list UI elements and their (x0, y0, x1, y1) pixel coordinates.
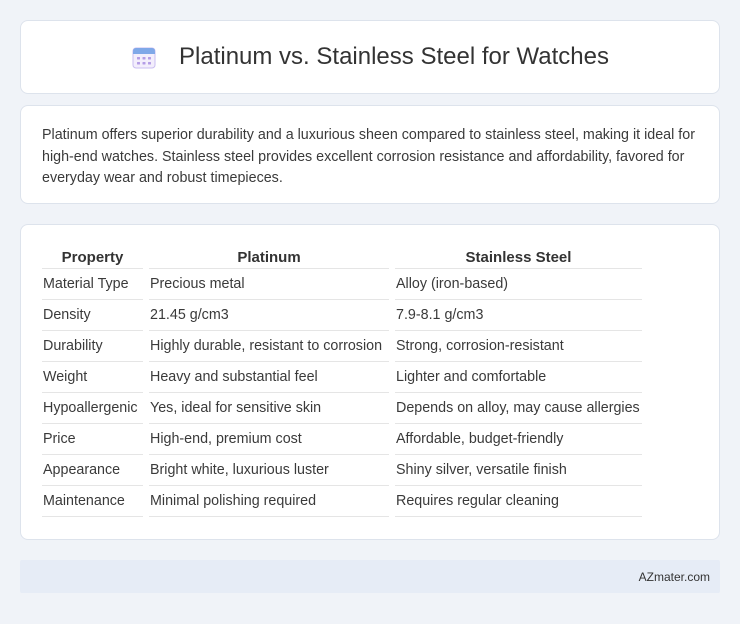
property-cell: Maintenance (42, 486, 143, 517)
property-cell: Hypoallergenic (42, 393, 143, 424)
stainless-steel-cell: Affordable, budget-friendly (395, 424, 642, 455)
table-row: Appearance Bright white, luxurious luste… (42, 455, 642, 486)
footer-bar: AZmater.com (20, 560, 720, 593)
property-cell: Density (42, 300, 143, 331)
column-header-stainless-steel: Stainless Steel (395, 245, 642, 269)
summary-card: Platinum offers superior durability and … (20, 105, 720, 204)
property-cell: Weight (42, 362, 143, 393)
page-title: Platinum vs. Stainless Steel for Watches (179, 43, 609, 70)
table-row: Durability Highly durable, resistant to … (42, 331, 642, 362)
property-cell: Durability (42, 331, 143, 362)
stainless-steel-cell: Requires regular cleaning (395, 486, 642, 517)
platinum-cell: Minimal polishing required (149, 486, 389, 517)
table-header-row: Property Platinum Stainless Steel (42, 245, 642, 269)
table-row: Hypoallergenic Yes, ideal for sensitive … (42, 393, 642, 424)
stainless-steel-cell: 7.9-8.1 g/cm3 (395, 300, 642, 331)
table-row: Price High-end, premium cost Affordable,… (42, 424, 642, 455)
platinum-cell: Bright white, luxurious luster (149, 455, 389, 486)
platinum-cell: 21.45 g/cm3 (149, 300, 389, 331)
table-row: Weight Heavy and substantial feel Lighte… (42, 362, 642, 393)
stainless-steel-cell: Shiny silver, versatile finish (395, 455, 642, 486)
platinum-cell: Highly durable, resistant to corrosion (149, 331, 389, 362)
column-header-property: Property (42, 245, 143, 269)
column-header-platinum: Platinum (149, 245, 389, 269)
platinum-cell: Precious metal (149, 269, 389, 300)
title-row: Platinum vs. Stainless Steel for Watches (21, 21, 719, 93)
stainless-steel-cell: Alloy (iron-based) (395, 269, 642, 300)
comparison-card: Property Platinum Stainless Steel Materi… (20, 224, 720, 540)
footer-brand: AZmater.com (638, 569, 710, 584)
property-cell: Material Type (42, 269, 143, 300)
property-cell: Appearance (42, 455, 143, 486)
platinum-cell: Yes, ideal for sensitive skin (149, 393, 389, 424)
calendar-icon (131, 44, 157, 70)
comparison-table: Property Platinum Stainless Steel Materi… (36, 245, 648, 517)
platinum-cell: Heavy and substantial feel (149, 362, 389, 393)
stainless-steel-cell: Lighter and comfortable (395, 362, 642, 393)
summary-text: Platinum offers superior durability and … (42, 127, 695, 186)
table-row: Maintenance Minimal polishing required R… (42, 486, 642, 517)
property-cell: Price (42, 424, 143, 455)
title-card: Platinum vs. Stainless Steel for Watches (20, 20, 720, 94)
table-row: Density 21.45 g/cm3 7.9-8.1 g/cm3 (42, 300, 642, 331)
stainless-steel-cell: Strong, corrosion-resistant (395, 331, 642, 362)
table-row: Material Type Precious metal Alloy (iron… (42, 269, 642, 300)
stainless-steel-cell: Depends on alloy, may cause allergies (395, 393, 642, 424)
platinum-cell: High-end, premium cost (149, 424, 389, 455)
